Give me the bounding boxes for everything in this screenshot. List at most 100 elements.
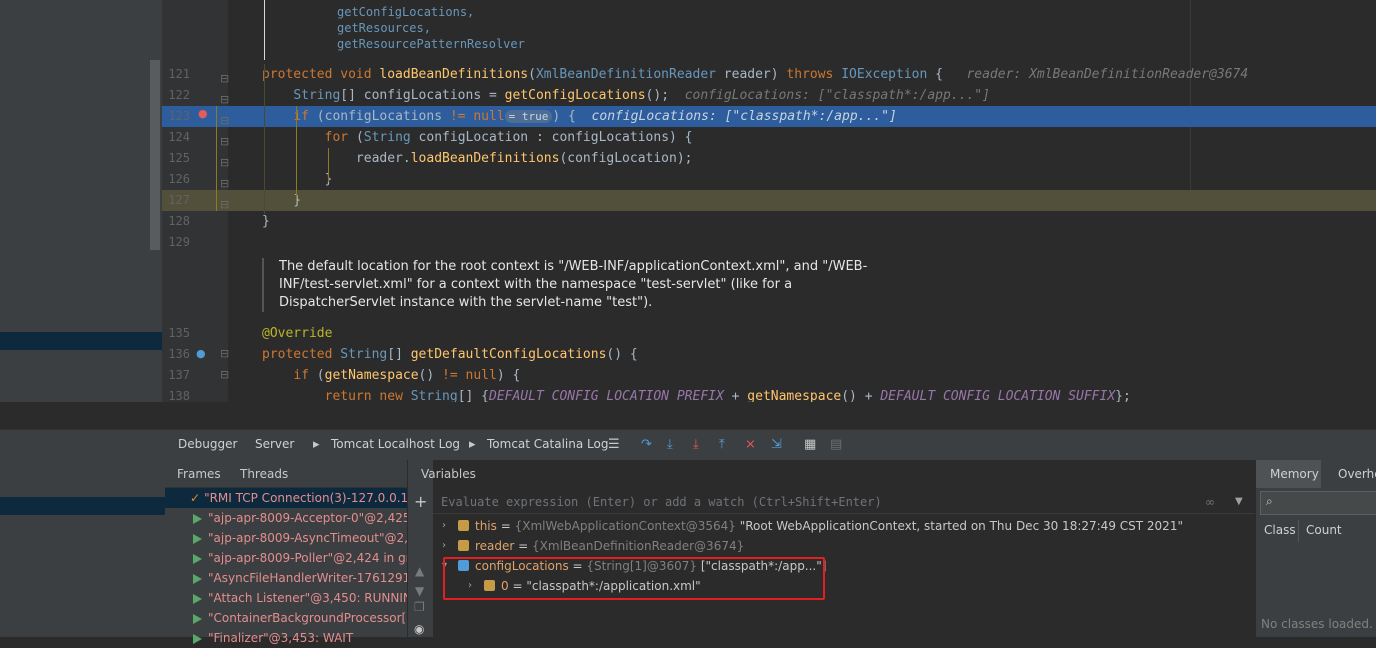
fold-icon[interactable]: ⊟ — [220, 177, 229, 190]
code-line[interactable]: 129 — [162, 232, 1376, 253]
line-number[interactable]: 121 — [162, 64, 190, 85]
variable-value: "Root WebApplicationContext, started on … — [739, 519, 1183, 533]
eye-icon[interactable]: ◉ — [414, 622, 424, 636]
code-token: ) { — [496, 368, 521, 383]
code-line[interactable]: 138 return new String[] {DEFAULT_CONFIG_… — [162, 386, 1376, 402]
tab-debugger[interactable]: Debugger — [178, 437, 237, 451]
code-token: String — [410, 389, 458, 402]
thread-row[interactable]: "AsyncFileHandlerWriter-17612913 — [165, 568, 407, 588]
code-line[interactable]: 127 } — [162, 190, 1376, 211]
code-line[interactable]: 137 if (getNamespace() != null) { — [162, 365, 1376, 386]
code-token: loadBeanDefinitions — [379, 67, 529, 82]
line-number[interactable]: 127 — [162, 190, 190, 211]
code-line[interactable]: 122 String[] configLocations = getConfig… — [162, 85, 1376, 106]
fold-icon[interactable]: ⊟ — [220, 156, 229, 169]
step-into-icon[interactable]: ⤓ — [693, 438, 707, 452]
override-icon[interactable]: ● — [196, 347, 206, 360]
history-dropdown-icon[interactable]: ▼ — [1235, 491, 1243, 513]
fold-icon[interactable]: ⊟ — [220, 72, 229, 85]
trace-icon[interactable]: ▤ — [830, 438, 844, 452]
tab-tomcat-catalina-log[interactable]: Tomcat Catalina Log — [487, 437, 608, 451]
code-line[interactable]: 136 protected String[] getDefaultConfigLo… — [162, 344, 1376, 365]
code-line[interactable]: 126 } — [162, 169, 1376, 190]
add-watch-icon[interactable]: + — [414, 492, 427, 511]
tab-frames[interactable]: Frames — [177, 467, 221, 481]
thread-name: "ajp-apr-8009-Poller"@2,424 in gr — [208, 551, 407, 565]
expand-icon[interactable]: › — [442, 516, 446, 536]
fold-icon[interactable]: ⊟ — [220, 347, 229, 360]
code-line[interactable]: 135 @Override — [162, 323, 1376, 344]
play-icon — [193, 553, 202, 564]
tab-memory[interactable]: Memory — [1270, 467, 1319, 481]
evaluate-icon[interactable]: ▦ — [804, 438, 818, 452]
code-token: for — [324, 130, 356, 145]
line-number[interactable]: 135 — [162, 323, 190, 344]
line-number[interactable]: 124 — [162, 127, 190, 148]
column-count[interactable]: Count — [1306, 523, 1342, 537]
line-number[interactable]: 128 — [162, 211, 190, 232]
thread-name: "ajp-apr-8009-AsyncTimeout"@2,4 — [208, 531, 407, 545]
column-class[interactable]: Class — [1264, 523, 1296, 537]
run-to-cursor-icon[interactable]: ⇲ — [771, 438, 785, 452]
line-number[interactable]: 136 — [162, 344, 190, 365]
code-line[interactable]: 125 reader.loadBeanDefinitions(configLoc… — [162, 148, 1376, 169]
code-editor[interactable]: getConfigLocations, getResources, getResou… — [162, 0, 1376, 402]
line-number[interactable]: 137 — [162, 365, 190, 386]
indent-guide — [328, 148, 329, 182]
fold-icon[interactable]: ⊟ — [220, 135, 229, 148]
variable-type: {XmlBeanDefinitionReader@3674} — [532, 539, 745, 553]
menu-icon[interactable]: ☰ — [608, 438, 622, 452]
code-line[interactable]: 124 for (String configLocation : configL… — [162, 127, 1376, 148]
show-execution-point-icon[interactable]: ↷ — [641, 438, 655, 452]
variable-row[interactable]: › this = {XmlWebApplicationContext@3564} … — [433, 516, 1255, 536]
code-text: protected void loadBeanDefinitions(XmlBe… — [262, 64, 1248, 85]
line-number[interactable]: 138 — [162, 386, 190, 402]
tab-threads[interactable]: Threads — [240, 467, 288, 481]
line-number[interactable]: 122 — [162, 85, 190, 106]
thread-row[interactable]: "ajp-apr-8009-AsyncTimeout"@2,4 — [165, 528, 407, 548]
drop-frame-icon[interactable]: ⨯ — [745, 438, 759, 452]
selected-session[interactable] — [0, 497, 165, 515]
expand-icon[interactable]: › — [442, 536, 446, 556]
thread-row[interactable]: "Attach Listener"@3,450: RUNNING — [165, 588, 407, 608]
fold-icon[interactable]: ⊟ — [220, 368, 229, 381]
copy-icon[interactable]: ❐ — [414, 600, 425, 614]
breakpoint-icon[interactable]: ● — [198, 107, 208, 120]
step-out-icon[interactable]: ⤒ — [719, 438, 733, 452]
evaluate-expression-field[interactable]: Evaluate expression (Enter) or add a wat… — [433, 491, 1255, 514]
fold-icon[interactable]: ⊟ — [220, 198, 229, 211]
code-token: loadBeanDefinitions — [410, 151, 560, 166]
project-selected-row[interactable] — [0, 332, 162, 350]
up-icon[interactable]: ▲ — [415, 564, 424, 578]
variable-row[interactable]: › reader = {XmlBeanDefinitionReader@3674} — [433, 536, 1255, 556]
code-token: return new — [324, 389, 411, 402]
code-token: throws — [786, 67, 842, 82]
thread-row[interactable]: "Finalizer"@3,453: WAIT — [165, 628, 407, 648]
glasses-icon[interactable]: ∞ — [1205, 491, 1215, 513]
code-token: getNamespace — [324, 368, 419, 383]
code-line[interactable]: 128} — [162, 211, 1376, 232]
thread-row[interactable]: ✓ "RMI TCP Connection(3)-127.0.0.1" — [165, 488, 407, 508]
tab-overhead[interactable]: Overhe — [1338, 467, 1376, 481]
line-number[interactable]: 126 — [162, 169, 190, 190]
down-icon[interactable]: ▼ — [415, 584, 424, 598]
fold-icon[interactable]: ⊟ — [220, 114, 229, 127]
thread-row[interactable]: "ajp-apr-8009-Acceptor-0"@2,425 — [165, 508, 407, 528]
thread-name: "Finalizer"@3,453: WAIT — [208, 631, 354, 645]
code-line[interactable]: 121 protected void loadBeanDefinitions(Xm… — [162, 64, 1376, 85]
line-number[interactable]: 123 — [162, 106, 190, 127]
tab-server[interactable]: Server — [255, 437, 294, 451]
code-token: != — [449, 109, 474, 124]
fold-icon[interactable]: ⊟ — [220, 93, 229, 106]
code-token: getDefaultConfigLocations — [410, 347, 607, 362]
tab-tomcat-localhost-log[interactable]: Tomcat Localhost Log — [331, 437, 460, 451]
line-number[interactable]: 129 — [162, 232, 190, 253]
project-scrollbar[interactable] — [150, 60, 160, 250]
memory-search-input[interactable]: ⌕ — [1260, 491, 1376, 515]
line-number[interactable]: 125 — [162, 148, 190, 169]
code-line[interactable]: 123 if (configLocations != null = true) {… — [162, 106, 1376, 127]
thread-row[interactable]: "ajp-apr-8009-Poller"@2,424 in gr — [165, 548, 407, 568]
inline-value-hint: configLocations: ["classpath*:/app..."] — [684, 88, 990, 103]
step-over-icon[interactable]: ⤓ — [667, 438, 681, 452]
thread-row[interactable]: "ContainerBackgroundProcessor[S — [165, 608, 407, 628]
